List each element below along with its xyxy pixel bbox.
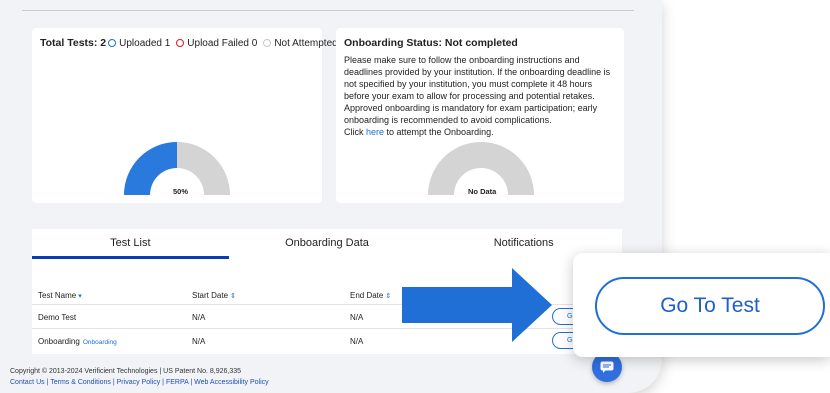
row-test-name: Demo Test bbox=[38, 313, 77, 322]
tests-gauge-label: 50% bbox=[173, 187, 189, 196]
tests-summary-card: Total Tests: 2 Uploaded 1 Upload Failed … bbox=[32, 28, 346, 203]
not-attempted-ring-icon bbox=[263, 39, 272, 47]
row-test-name: Onboarding bbox=[38, 337, 80, 346]
total-tests-label: Total Tests: 2 bbox=[40, 37, 107, 49]
upload-failed-ring-icon bbox=[176, 39, 185, 47]
onboarding-status-title: Onboarding Status: Not completed bbox=[344, 37, 518, 49]
test-name-header-label: Test Name bbox=[38, 291, 77, 300]
onboarding-tag: Onboarding bbox=[82, 339, 117, 346]
row-start-date: N/A bbox=[192, 313, 206, 322]
copyright-text: Copyright © 2013-2024 Verificient Techno… bbox=[10, 368, 241, 375]
row-start-date: N/A bbox=[192, 337, 206, 346]
onboarding-status-card: Onboarding Status: Not completed Please … bbox=[336, 28, 624, 203]
go-to-test-button-zoomed[interactable]: Go To Test bbox=[595, 277, 825, 335]
legend-not-attempted: Not Attempted 1 bbox=[263, 38, 346, 49]
sort-icon: ⇕ bbox=[385, 293, 392, 300]
legend-uploaded-label: Uploaded 1 bbox=[119, 37, 171, 49]
ferpa-link[interactable]: FERPA bbox=[166, 379, 188, 386]
tests-summary-header: Total Tests: 2 Uploaded 1 Upload Failed … bbox=[40, 37, 350, 49]
onboarding-here-link[interactable]: here bbox=[366, 127, 384, 137]
onboarding-attempt-line: Click here to attempt the Onboarding. bbox=[344, 127, 494, 137]
sort-icon: ⇕ bbox=[230, 293, 236, 300]
tab-test-list[interactable]: Test List bbox=[32, 229, 229, 259]
column-header-end-date[interactable]: End Date ⇕ bbox=[350, 291, 391, 300]
row-test-name-cell: Onboarding Onboarding bbox=[38, 337, 117, 346]
row-end-date: N/A bbox=[350, 337, 364, 346]
start-date-header-label: Start Date bbox=[192, 291, 229, 300]
column-header-start-date[interactable]: Start Date ⇕ bbox=[192, 291, 236, 300]
footer-links: Contact Us | Terms & Conditions | Privac… bbox=[10, 377, 269, 388]
contact-us-link[interactable]: Contact Us bbox=[10, 379, 45, 386]
legend-upload-failed-label: Upload Failed 0 bbox=[187, 37, 258, 49]
onboarding-instructions: Please make sure to follow the onboardin… bbox=[344, 55, 611, 125]
tab-onboarding-data[interactable]: Onboarding Data bbox=[229, 229, 426, 259]
end-date-header-label: End Date bbox=[350, 291, 384, 300]
row-end-date: N/A bbox=[350, 313, 364, 322]
onboarding-gauge-label: No Data bbox=[468, 187, 497, 196]
uploaded-ring-icon bbox=[108, 39, 117, 47]
top-divider bbox=[22, 10, 634, 11]
terms-link[interactable]: Terms & Conditions bbox=[50, 379, 111, 386]
chat-icon bbox=[600, 361, 614, 373]
column-header-test-name[interactable]: Test Name ▾ bbox=[38, 291, 82, 300]
accessibility-policy-link[interactable]: Web Accessibility Policy bbox=[194, 379, 269, 386]
zoom-callout: Go To Test bbox=[573, 253, 830, 357]
sort-down-icon: ▾ bbox=[78, 293, 82, 300]
legend-uploaded: Uploaded 1 bbox=[108, 38, 170, 49]
privacy-policy-link[interactable]: Privacy Policy bbox=[117, 379, 161, 386]
onboarding-click-suffix: to attempt the Onboarding. bbox=[384, 127, 494, 137]
right-arrow-icon bbox=[402, 268, 552, 342]
onboarding-click-prefix: Click bbox=[344, 127, 366, 137]
page-footer: Copyright © 2013-2024 Verificient Techno… bbox=[10, 366, 269, 388]
legend-upload-failed: Upload Failed 0 bbox=[176, 38, 257, 49]
tab-bar: Test List Onboarding Data Notifications bbox=[32, 229, 622, 259]
tests-gauge-fill bbox=[124, 142, 177, 195]
